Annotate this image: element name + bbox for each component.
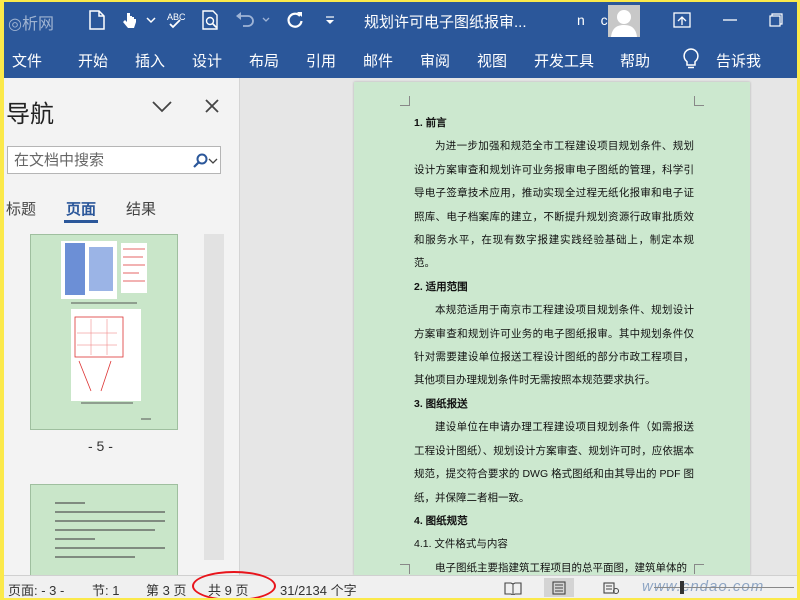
heading: 1. 前言: [414, 117, 447, 129]
web-layout-icon[interactable]: [596, 578, 626, 597]
zoom-slider-handle[interactable]: [680, 581, 684, 594]
page-thumbnail[interactable]: [30, 234, 178, 430]
subheading: 4.1. 文件格式与内容: [414, 538, 508, 551]
nav-tab-results[interactable]: 结果: [126, 198, 156, 219]
margin-mark: [400, 96, 410, 106]
tab-references[interactable]: 引用: [306, 50, 336, 71]
margin-mark: [694, 96, 704, 106]
print-layout-icon[interactable]: [544, 578, 574, 597]
search-input[interactable]: [8, 147, 188, 173]
word-window: ◎析网 ABC 规划许可电子图纸报审... n c 文件 开始 插入 设计 布局…: [4, 2, 797, 598]
document-body[interactable]: 1. 前言 为进一步加强和规范全市工程建设项目规划条件、规划设计方案审查和规划许…: [414, 112, 694, 580]
tab-insert[interactable]: 插入: [135, 50, 165, 71]
tab-view[interactable]: 视图: [477, 50, 507, 71]
tab-help[interactable]: 帮助: [620, 50, 650, 71]
tab-design[interactable]: 设计: [192, 50, 222, 71]
ribbon-tabs: 文件 开始 插入 设计 布局 引用 邮件 审阅 视图 开发工具 帮助 告诉我: [4, 40, 797, 78]
minimize-icon[interactable]: [710, 6, 750, 34]
status-bar: 页面: - 3 - 节: 1 第 3 页 共 9 页 31/2134 个字 ww…: [4, 571, 797, 598]
tab-mailings[interactable]: 邮件: [363, 50, 393, 71]
document-title: 规划许可电子图纸报审...: [364, 14, 527, 31]
undo-dropdown-icon[interactable]: [260, 8, 272, 32]
title-bar: ◎析网 ABC 规划许可电子图纸报审... n c: [4, 2, 797, 40]
nav-tab-pages[interactable]: 页面: [66, 198, 96, 219]
redo-icon[interactable]: [282, 8, 308, 32]
nav-tab-headings[interactable]: 标题: [6, 198, 36, 219]
status-page-of[interactable]: 第 3 页: [146, 580, 186, 598]
paragraph: 本规范适用于南京市工程建设项目规划条件、规划设计方案审查和规划许可业务的电子图纸…: [414, 304, 694, 387]
logo-watermark: ◎析网: [8, 16, 54, 33]
lightbulb-icon[interactable]: [682, 48, 700, 75]
new-document-icon[interactable]: [86, 8, 108, 32]
print-preview-icon[interactable]: [198, 8, 224, 32]
status-section[interactable]: 节: 1: [92, 580, 119, 598]
ribbon-display-options-icon[interactable]: [662, 6, 702, 34]
status-word-count[interactable]: 31/2134 个字: [280, 580, 357, 598]
navigation-pane: 导航 标题 页面 结果: [4, 78, 240, 575]
undo-icon[interactable]: [232, 8, 258, 32]
paragraph: 为进一步加强和规范全市工程建设项目规划条件、规划设计方案审查和规划许可业务报审电…: [414, 140, 694, 270]
tab-review[interactable]: 审阅: [420, 50, 450, 71]
spelling-check-icon[interactable]: ABC: [164, 8, 190, 32]
heading: 3. 图纸报送: [414, 397, 468, 410]
margin-mark: [694, 564, 704, 574]
tab-layout[interactable]: 布局: [249, 50, 279, 71]
page-thumbnail[interactable]: [30, 484, 178, 575]
touch-mode-icon[interactable]: [114, 8, 144, 32]
avatar[interactable]: [608, 5, 640, 37]
chevron-down-icon[interactable]: [144, 8, 158, 32]
document-area: 1. 前言 为进一步加强和规范全市工程建设项目规划条件、规划设计方案审查和规划许…: [241, 78, 797, 575]
tab-home[interactable]: 开始: [78, 50, 108, 71]
thumbnail-page-number: - 5 -: [88, 438, 113, 454]
read-mode-icon[interactable]: [498, 578, 528, 597]
chevron-down-icon[interactable]: [152, 100, 172, 118]
search-box: [7, 146, 221, 174]
highlight-oval: [192, 571, 276, 598]
customize-toolbar-icon[interactable]: [322, 8, 338, 32]
tab-file[interactable]: 文件: [12, 50, 42, 71]
document-page[interactable]: 1. 前言 为进一步加强和规范全市工程建设项目规划条件、规划设计方案审查和规划许…: [354, 82, 750, 575]
heading: 4. 图纸规范: [414, 514, 468, 527]
zoom-slider[interactable]: [654, 587, 794, 588]
tell-me-box[interactable]: 告诉我: [716, 50, 761, 71]
search-icon[interactable]: [192, 153, 218, 174]
paragraph: 建设单位在申请办理工程建设项目规划条件（如需报送工程设计图纸）、规划设计方案审查…: [414, 421, 694, 504]
margin-mark: [400, 564, 410, 574]
status-page[interactable]: 页面: - 3 -: [8, 580, 64, 598]
restore-icon[interactable]: [756, 6, 796, 34]
heading: 2. 适用范围: [414, 280, 468, 293]
svg-text:ABC: ABC: [167, 12, 186, 22]
active-tab-indicator: [64, 220, 98, 223]
close-icon[interactable]: [204, 98, 220, 119]
scrollbar[interactable]: [204, 234, 224, 560]
tab-developer[interactable]: 开发工具: [534, 50, 594, 71]
navigation-title: 导航: [6, 101, 54, 128]
